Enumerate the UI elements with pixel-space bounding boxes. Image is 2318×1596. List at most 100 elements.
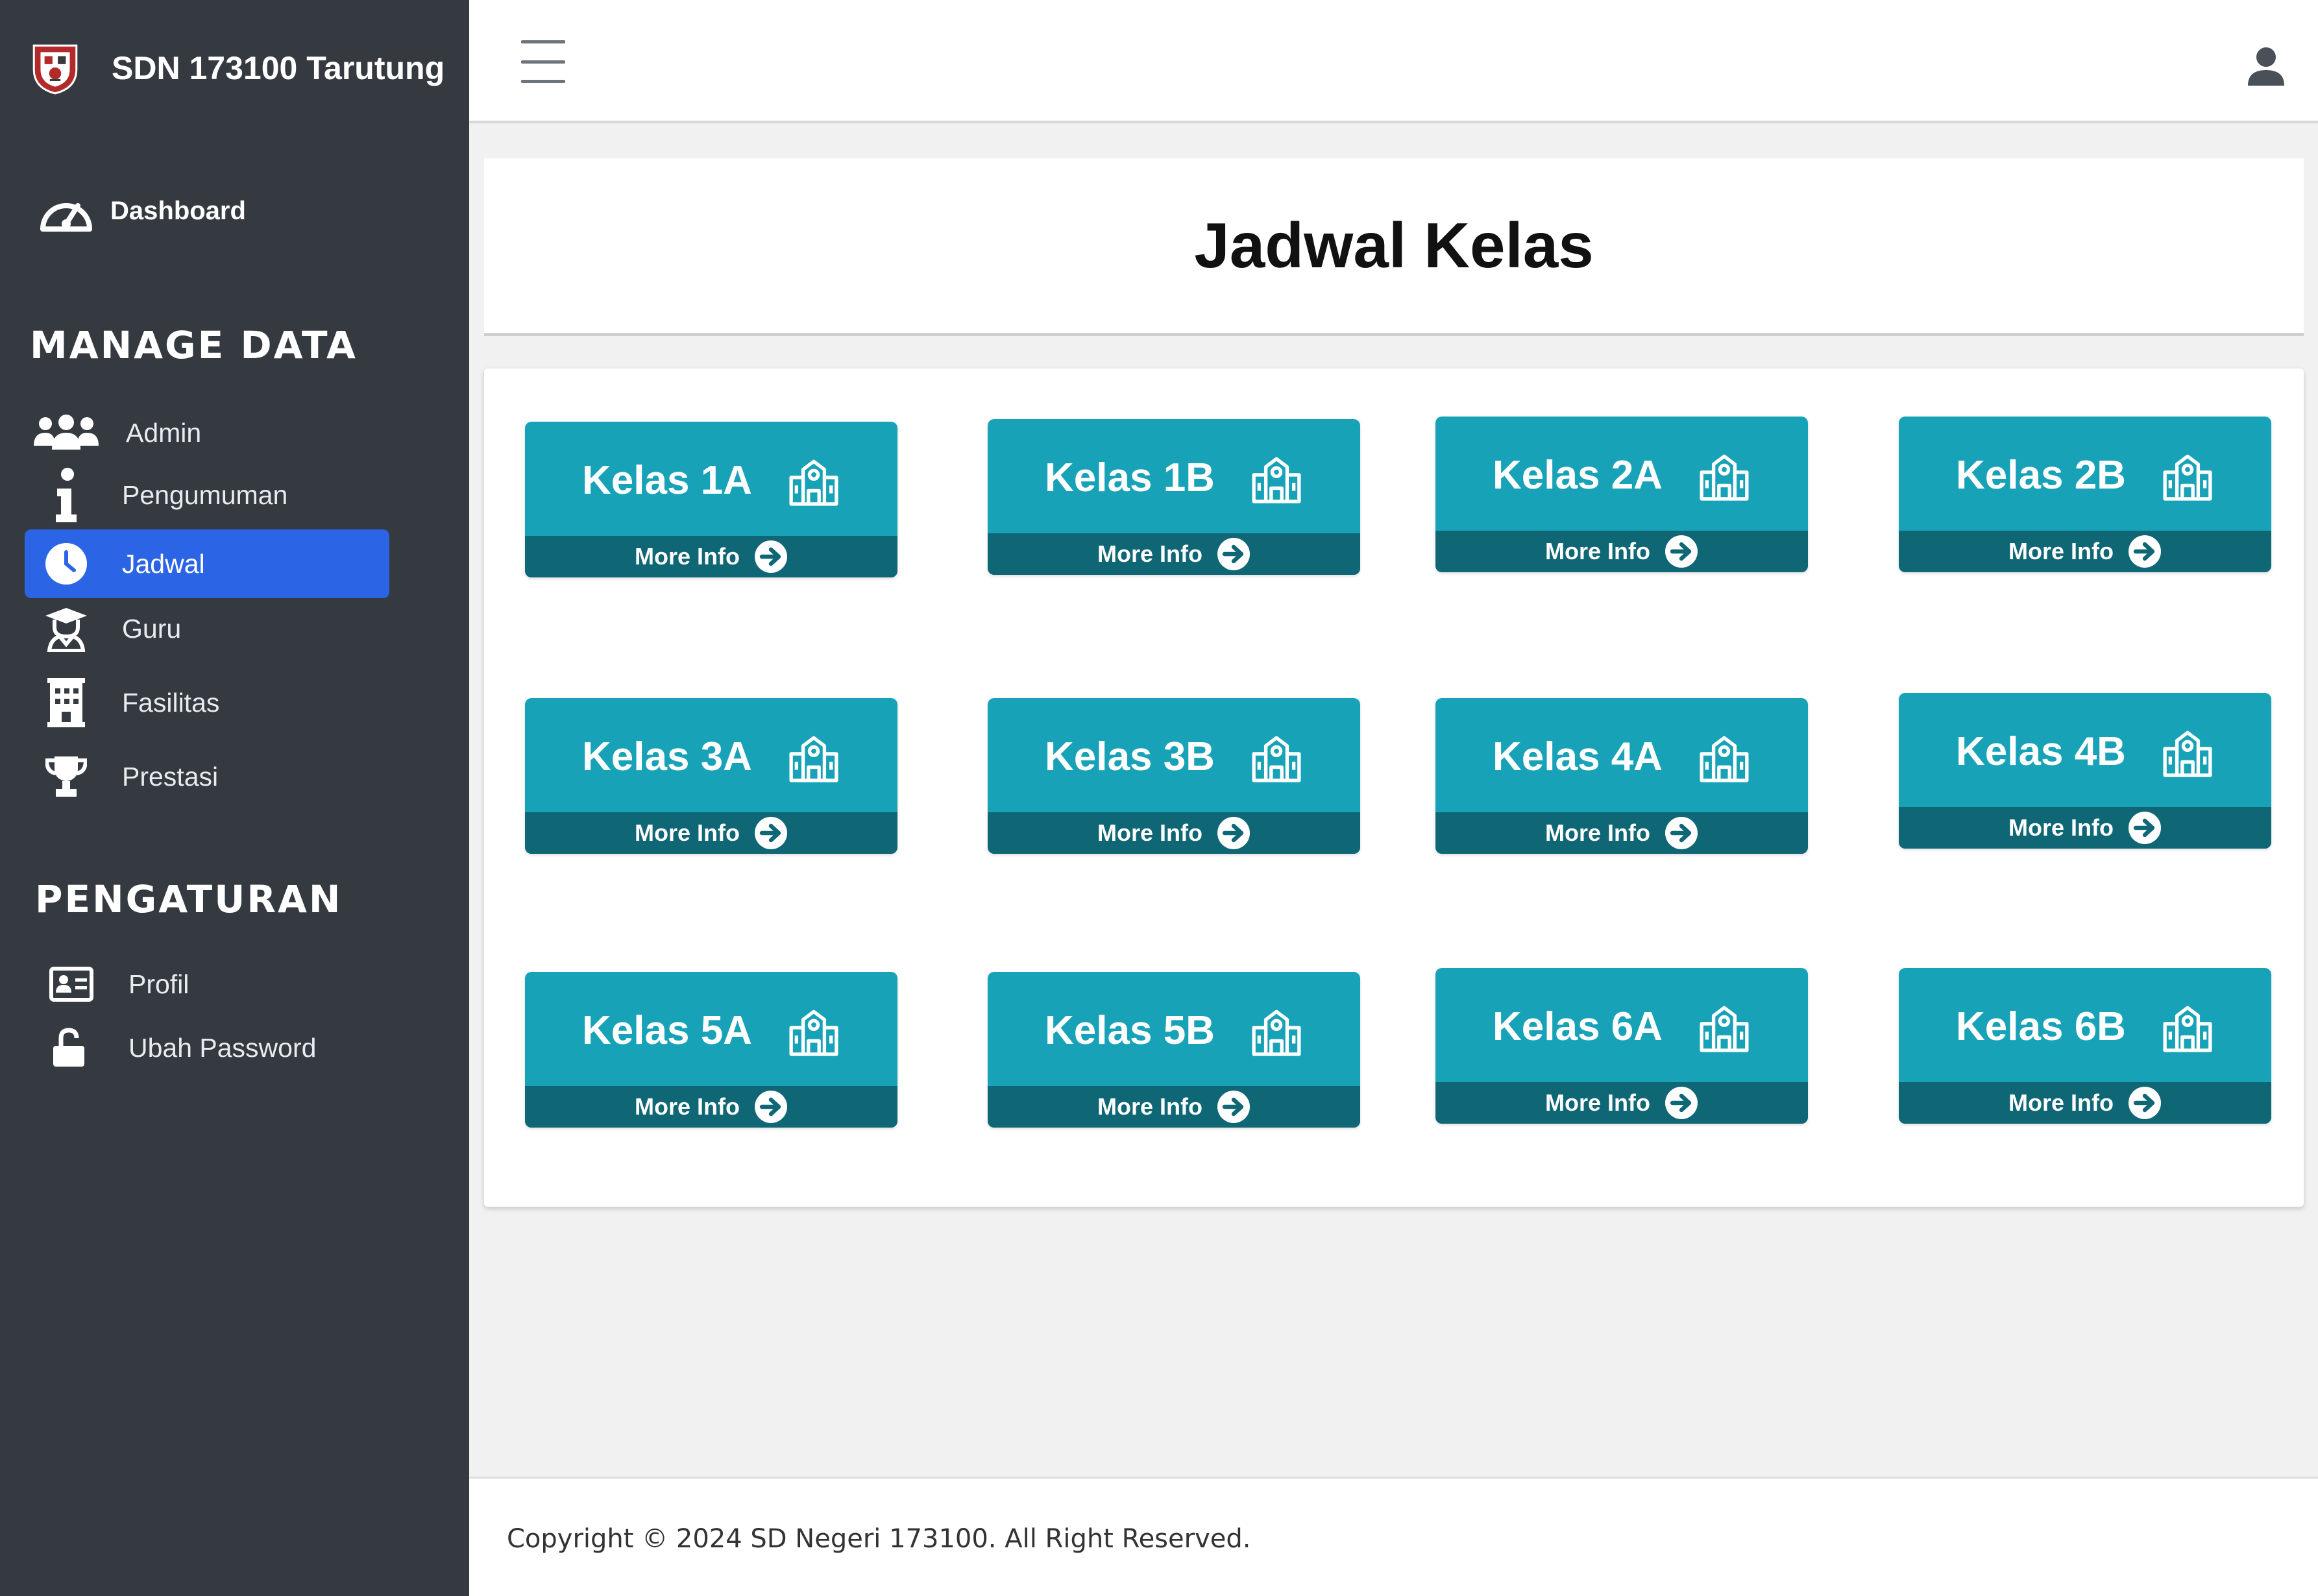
more-info-label: More Info [635,543,740,570]
clock-icon [32,535,100,593]
class-card-kelas-5b[interactable]: Kelas 5B More Info [988,972,1360,1128]
lock-icon [35,1019,103,1077]
menu-toggle-icon[interactable] [521,40,565,83]
class-name: Kelas 4B [1956,729,2126,774]
sidebar-item-guru[interactable]: Guru [25,594,389,663]
school-icon [1250,451,1303,504]
copyright-text: Copyright © 2024 SD Negeri 173100. All R… [507,1524,1251,1554]
sidebar-item-jadwal[interactable]: Jadwal [25,529,389,598]
arrow-circle-right-icon [2128,811,2162,845]
more-info-label: More Info [1097,819,1202,846]
class-name: Kelas 3A [582,734,752,779]
more-info-label: More Info [2008,1089,2114,1116]
class-card-kelas-2b[interactable]: Kelas 2B More Info [1899,417,2271,572]
class-card-header: Kelas 5A [525,972,897,1089]
class-card-header: Kelas 5B [988,972,1360,1089]
school-icon [787,1004,840,1057]
class-name: Kelas 6A [1493,1004,1663,1049]
sidebar-item-prestasi[interactable]: Prestasi [25,742,389,811]
sidebar-item-dashboard[interactable]: Dashboard [36,185,246,237]
class-name: Kelas 5A [582,1008,752,1053]
school-icon [1250,730,1303,783]
sidebar-item-profil[interactable]: Profil [25,950,389,1019]
more-info-button[interactable]: More Info [1899,531,2271,572]
class-card-kelas-6a[interactable]: Kelas 6A More Info [1435,968,1808,1124]
arrow-circle-right-icon [1665,535,1698,568]
class-card-header: Kelas 6A [1435,968,1808,1085]
class-name: Kelas 1A [582,457,752,503]
arrow-circle-right-icon [754,540,788,574]
page-title-card: Jadwal Kelas [484,158,2304,336]
more-info-label: More Info [1545,1089,1650,1116]
class-name: Kelas 6B [1956,1004,2126,1049]
more-info-label: More Info [1097,1093,1202,1120]
more-info-button[interactable]: More Info [988,533,1360,575]
sidebar-item-label: Guru [122,613,182,644]
more-info-label: More Info [1097,540,1202,567]
arrow-circle-right-icon [754,816,788,850]
class-card-kelas-3a[interactable]: Kelas 3A More Info [525,698,897,854]
arrow-circle-right-icon [2128,1086,2162,1120]
brand[interactable]: SDN 173100 Tarutung [29,36,445,101]
class-card-header: Kelas 4A [1435,698,1808,815]
class-card-header: Kelas 4B [1899,693,2271,810]
class-card-header: Kelas 1A [525,422,897,538]
class-card-header: Kelas 2A [1435,417,1808,533]
more-info-label: More Info [1545,819,1650,846]
more-info-button[interactable]: More Info [525,1086,897,1128]
class-card-header: Kelas 1B [988,419,1360,536]
sidebar: SDN 173100 Tarutung Dashboard MANAGE DAT… [0,0,469,1596]
class-card-kelas-2a[interactable]: Kelas 2A More Info [1435,417,1808,572]
class-card-header: Kelas 3B [988,698,1360,815]
class-cards-panel: Kelas 1A More Info Kelas 1B More Info Kelas … [484,369,2304,1207]
user-icon[interactable] [2245,45,2287,87]
page-title: Jadwal Kelas [1194,210,1594,281]
topbar [469,0,2318,123]
sidebar-item-label: Prestasi [122,761,219,792]
more-info-button[interactable]: More Info [988,812,1360,854]
footer: Copyright © 2024 SD Negeri 173100. All R… [469,1477,2318,1596]
school-logo-icon [32,44,78,95]
class-name: Kelas 2B [1956,452,2126,498]
more-info-button[interactable]: More Info [525,812,897,854]
class-card-kelas-4a[interactable]: Kelas 4A More Info [1435,698,1808,854]
class-card-header: Kelas 2B [1899,417,2271,533]
more-info-button[interactable]: More Info [1899,807,2271,849]
class-card-kelas-1a[interactable]: Kelas 1A More Info [525,422,897,577]
class-card-kelas-3b[interactable]: Kelas 3B More Info [988,698,1360,854]
sidebar-item-fasilitas[interactable]: Fasilitas [25,668,389,737]
sidebar-item-label: Admin [126,417,202,448]
more-info-label: More Info [635,819,740,846]
users-icon [32,404,100,462]
more-info-button[interactable]: More Info [1435,1082,1808,1124]
arrow-circle-right-icon [754,1090,788,1124]
class-card-kelas-1b[interactable]: Kelas 1B More Info [988,419,1360,575]
sidebar-item-label: Dashboard [110,196,246,225]
more-info-button[interactable]: More Info [1899,1082,2271,1124]
class-name: Kelas 2A [1493,452,1663,498]
arrow-circle-right-icon [1217,816,1250,850]
arrow-circle-right-icon [1665,1086,1698,1120]
more-info-button[interactable]: More Info [525,536,897,577]
school-icon [1250,1004,1303,1057]
building-icon [32,673,100,732]
sidebar-item-label: Jadwal [122,548,205,579]
school-icon [1698,1000,1751,1053]
sidebar-item-admin[interactable]: Admin [25,398,389,467]
school-icon [1698,730,1751,783]
more-info-button[interactable]: More Info [1435,531,1808,572]
more-info-button[interactable]: More Info [988,1086,1360,1128]
sidebar-item-ubah-password[interactable]: Ubah Password [25,1013,389,1082]
school-icon [787,730,840,783]
id-card-icon [38,955,105,1013]
class-name: Kelas 1B [1045,455,1215,500]
sidebar-item-pengumuman[interactable]: Pengumuman [25,461,389,529]
class-card-kelas-5a[interactable]: Kelas 5A More Info [525,972,897,1128]
class-card-kelas-6b[interactable]: Kelas 6B More Info [1899,968,2271,1124]
class-name: Kelas 4A [1493,734,1663,779]
more-info-button[interactable]: More Info [1435,812,1808,854]
class-card-kelas-4b[interactable]: Kelas 4B More Info [1899,693,2271,849]
section-title-pengaturan: PENGATURAN [35,877,343,921]
more-info-label: More Info [1545,538,1650,564]
trophy-icon [32,747,100,806]
